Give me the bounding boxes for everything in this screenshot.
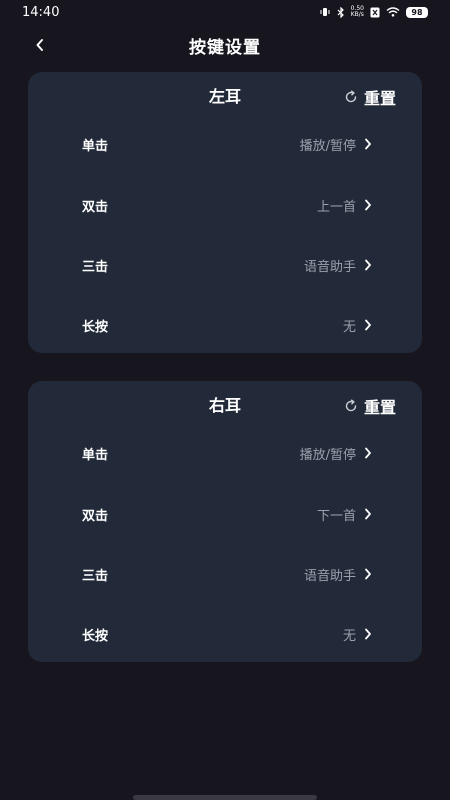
left-reset-button[interactable]: 重置 (344, 86, 396, 108)
row-label: 长按 (82, 628, 109, 644)
left-reset-label: 重置 (363, 89, 396, 108)
row-value: 无 (342, 319, 356, 335)
right-row-double-tap[interactable]: 双击 下一首 (28, 494, 422, 534)
row-value: 无 (342, 628, 356, 644)
left-row-long-press[interactable]: 长按 无 (28, 305, 422, 345)
status-icons: 0.50 KB/s 98 (319, 6, 428, 18)
right-reset-label: 重置 (363, 398, 396, 417)
row-value-group: 下一首 (317, 505, 372, 524)
chevron-right-icon (365, 628, 371, 640)
status-bar: 14:40 0.50 KB/s 98 (0, 0, 450, 24)
right-row-single-tap[interactable]: 单击 播放/暂停 (28, 433, 422, 473)
row-value-group: 播放/暂停 (300, 135, 372, 154)
row-label: 单击 (82, 138, 109, 154)
page-title: 按键设置 (189, 37, 261, 58)
left-row-double-tap[interactable]: 双击 上一首 (28, 185, 422, 225)
network-speed-unit: KB/s (350, 11, 364, 18)
right-ear-card: 右耳 重置 单击 播放/暂停 双击 下一首 三击 语音助手 长按 无 (28, 381, 422, 662)
row-label: 三击 (82, 568, 109, 584)
row-value: 上一首 (316, 199, 356, 215)
row-label: 长按 (82, 319, 109, 335)
chevron-right-icon (365, 447, 371, 459)
nav-bar: 按键设置 (0, 28, 450, 62)
row-value-group: 无 (343, 316, 372, 335)
status-time: 14:40 (22, 4, 60, 20)
chevron-right-icon (365, 138, 371, 150)
left-ear-card: 左耳 重置 单击 播放/暂停 双击 上一首 三击 语音助手 长按 无 (28, 72, 422, 353)
wifi-icon (386, 7, 400, 17)
row-label: 双击 (82, 199, 109, 215)
chevron-right-icon (365, 319, 371, 331)
chevron-right-icon (365, 259, 371, 271)
row-value-group: 无 (343, 625, 372, 644)
right-row-long-press[interactable]: 长按 无 (28, 614, 422, 654)
row-value-group: 播放/暂停 (300, 444, 372, 463)
network-speed: 0.50 KB/s (351, 6, 364, 18)
row-value: 语音助手 (303, 259, 356, 275)
row-value-group: 上一首 (317, 196, 372, 215)
row-value-group: 语音助手 (304, 565, 372, 584)
battery-indicator: 98 (406, 6, 428, 18)
chevron-right-icon (365, 199, 371, 211)
refresh-icon (345, 90, 357, 103)
vibrate-icon (319, 7, 331, 17)
row-label: 单击 (82, 447, 109, 463)
row-value-group: 语音助手 (304, 256, 372, 275)
row-value: 播放/暂停 (299, 138, 356, 154)
sim-icon (370, 7, 380, 18)
left-row-single-tap[interactable]: 单击 播放/暂停 (28, 124, 422, 164)
home-indicator[interactable] (133, 795, 317, 800)
bluetooth-icon (337, 6, 345, 18)
row-label: 三击 (82, 259, 109, 275)
left-row-triple-tap[interactable]: 三击 语音助手 (28, 245, 422, 285)
row-value: 下一首 (316, 508, 356, 524)
chevron-right-icon (365, 568, 371, 580)
refresh-icon (345, 399, 357, 412)
back-arrow-icon (36, 39, 43, 51)
right-row-triple-tap[interactable]: 三击 语音助手 (28, 554, 422, 594)
chevron-right-icon (365, 508, 371, 520)
row-label: 双击 (82, 508, 109, 524)
back-button[interactable] (28, 33, 52, 57)
right-reset-button[interactable]: 重置 (344, 395, 396, 417)
row-value: 播放/暂停 (299, 447, 356, 463)
row-value: 语音助手 (303, 568, 356, 584)
